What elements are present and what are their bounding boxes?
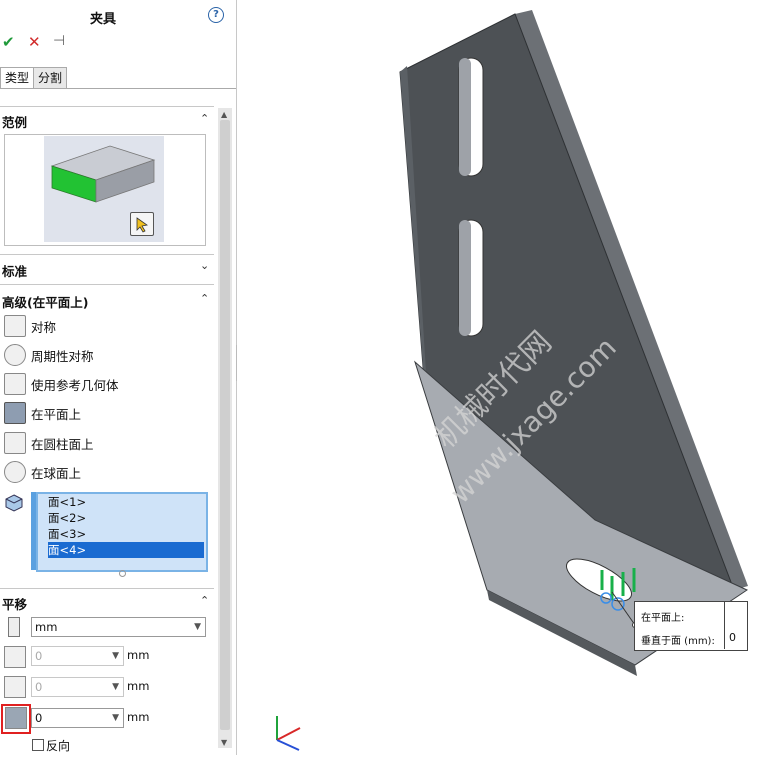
option-on-flat-face-label[interactable]: 在平面上 [31,404,81,423]
on-spherical-face-icon[interactable] [4,461,26,483]
translate-y-value: 0 [35,680,43,694]
panel-title: 夹具 [89,12,116,27]
chevron-down-icon: ▼ [112,713,119,723]
cancel-icon[interactable]: ✕ [28,33,41,51]
chevron-up-icon[interactable]: ⌃ [200,594,209,607]
help-icon[interactable]: ? [208,7,224,23]
reverse-label[interactable]: 反向 [46,737,70,754]
option-symmetry-label[interactable]: 对称 [31,317,56,336]
face-selection-list[interactable]: 面<1> 面<2> 面<3> 面<4> [36,492,208,572]
list-item[interactable]: 面<3> [48,526,204,542]
face-cube-icon [5,494,23,512]
option-reference-geometry-label[interactable]: 使用参考几何体 [31,375,119,394]
tab-divider [0,88,236,89]
translate-x-field[interactable]: 0 ▼ [31,646,124,666]
translate-normal-field[interactable]: 0 ▼ [31,708,124,728]
option-on-cylindrical-face-label[interactable]: 在圆柱面上 [31,434,94,453]
translate-y-field[interactable]: 0 ▼ [31,677,124,697]
chevron-down-icon: ▼ [112,682,119,692]
units-select[interactable]: mm ▼ [31,617,206,637]
section-advanced-title[interactable]: 高级(在平面上) [2,292,88,311]
unit-label: mm [127,710,150,724]
translate-normal-value: 0 [35,711,43,725]
on-flat-face-icon[interactable] [4,402,26,424]
chevron-down-icon: ▼ [194,622,201,632]
reverse-checkbox[interactable] [32,739,44,751]
translate-normal-icon[interactable] [5,707,27,729]
on-cylindrical-face-icon[interactable] [4,432,26,454]
slot-lower-wall [459,220,471,336]
axis-triad [276,716,301,751]
option-cyclic-symmetry-label[interactable]: 周期性对称 [31,346,94,365]
option-on-spherical-face-label[interactable]: 在球面上 [31,463,81,482]
tab-type[interactable]: 类型 [0,67,35,88]
divider [0,284,214,285]
arrow-cursor-icon [136,217,148,233]
property-manager-panel: 夹具 ? ✔ ✕ ⊣ 类型 分割 ▲ ▼ 范例 ⌃ 标准 ⌄ 高级(在平面上) … [0,0,237,755]
translate-x-icon [4,646,26,668]
scroll-down-icon[interactable]: ▼ [221,738,227,747]
ok-icon[interactable]: ✔ [2,33,15,51]
tab-split[interactable]: 分割 [33,67,68,88]
chevron-up-icon[interactable]: ⌃ [200,112,209,125]
chevron-up-icon[interactable]: ⌃ [200,292,209,305]
resize-handle[interactable] [119,570,126,577]
translate-x-value: 0 [35,649,43,663]
translate-y-icon [4,676,26,698]
scroll-up-icon[interactable]: ▲ [221,110,227,119]
scrollbar-thumb[interactable] [220,120,230,730]
unit-label: mm [127,648,150,662]
list-item[interactable]: 面<2> [48,510,204,526]
unit-label: mm [127,679,150,693]
divider [0,588,214,589]
divider [0,254,214,255]
section-translate-title[interactable]: 平移 [2,594,27,613]
example-toggle-button[interactable] [130,212,154,236]
section-examples-title[interactable]: 范例 [2,112,27,131]
chevron-down-icon[interactable]: ⌄ [200,259,209,272]
ruler-icon [8,617,20,637]
section-standard-title[interactable]: 标准 [2,261,27,280]
list-item[interactable]: 面<1> [48,494,204,510]
tooltip-value-box: 0 [724,601,748,649]
reference-geometry-icon[interactable] [4,373,26,395]
slot-upper-wall [459,58,471,176]
cyclic-symmetry-icon[interactable] [4,344,26,366]
tooltip-value: 0 [729,631,736,644]
tooltip-title: 在平面上: [641,613,685,624]
list-item-selected[interactable]: 面<4> [48,542,204,558]
chevron-down-icon: ▼ [112,651,119,661]
example-block-image [50,145,156,203]
symmetry-icon[interactable] [4,315,26,337]
units-value: mm [35,620,58,634]
pin-icon[interactable]: ⊣ [53,33,65,49]
tooltip-label: 垂直于面 (mm): [641,636,715,647]
divider [0,106,214,107]
